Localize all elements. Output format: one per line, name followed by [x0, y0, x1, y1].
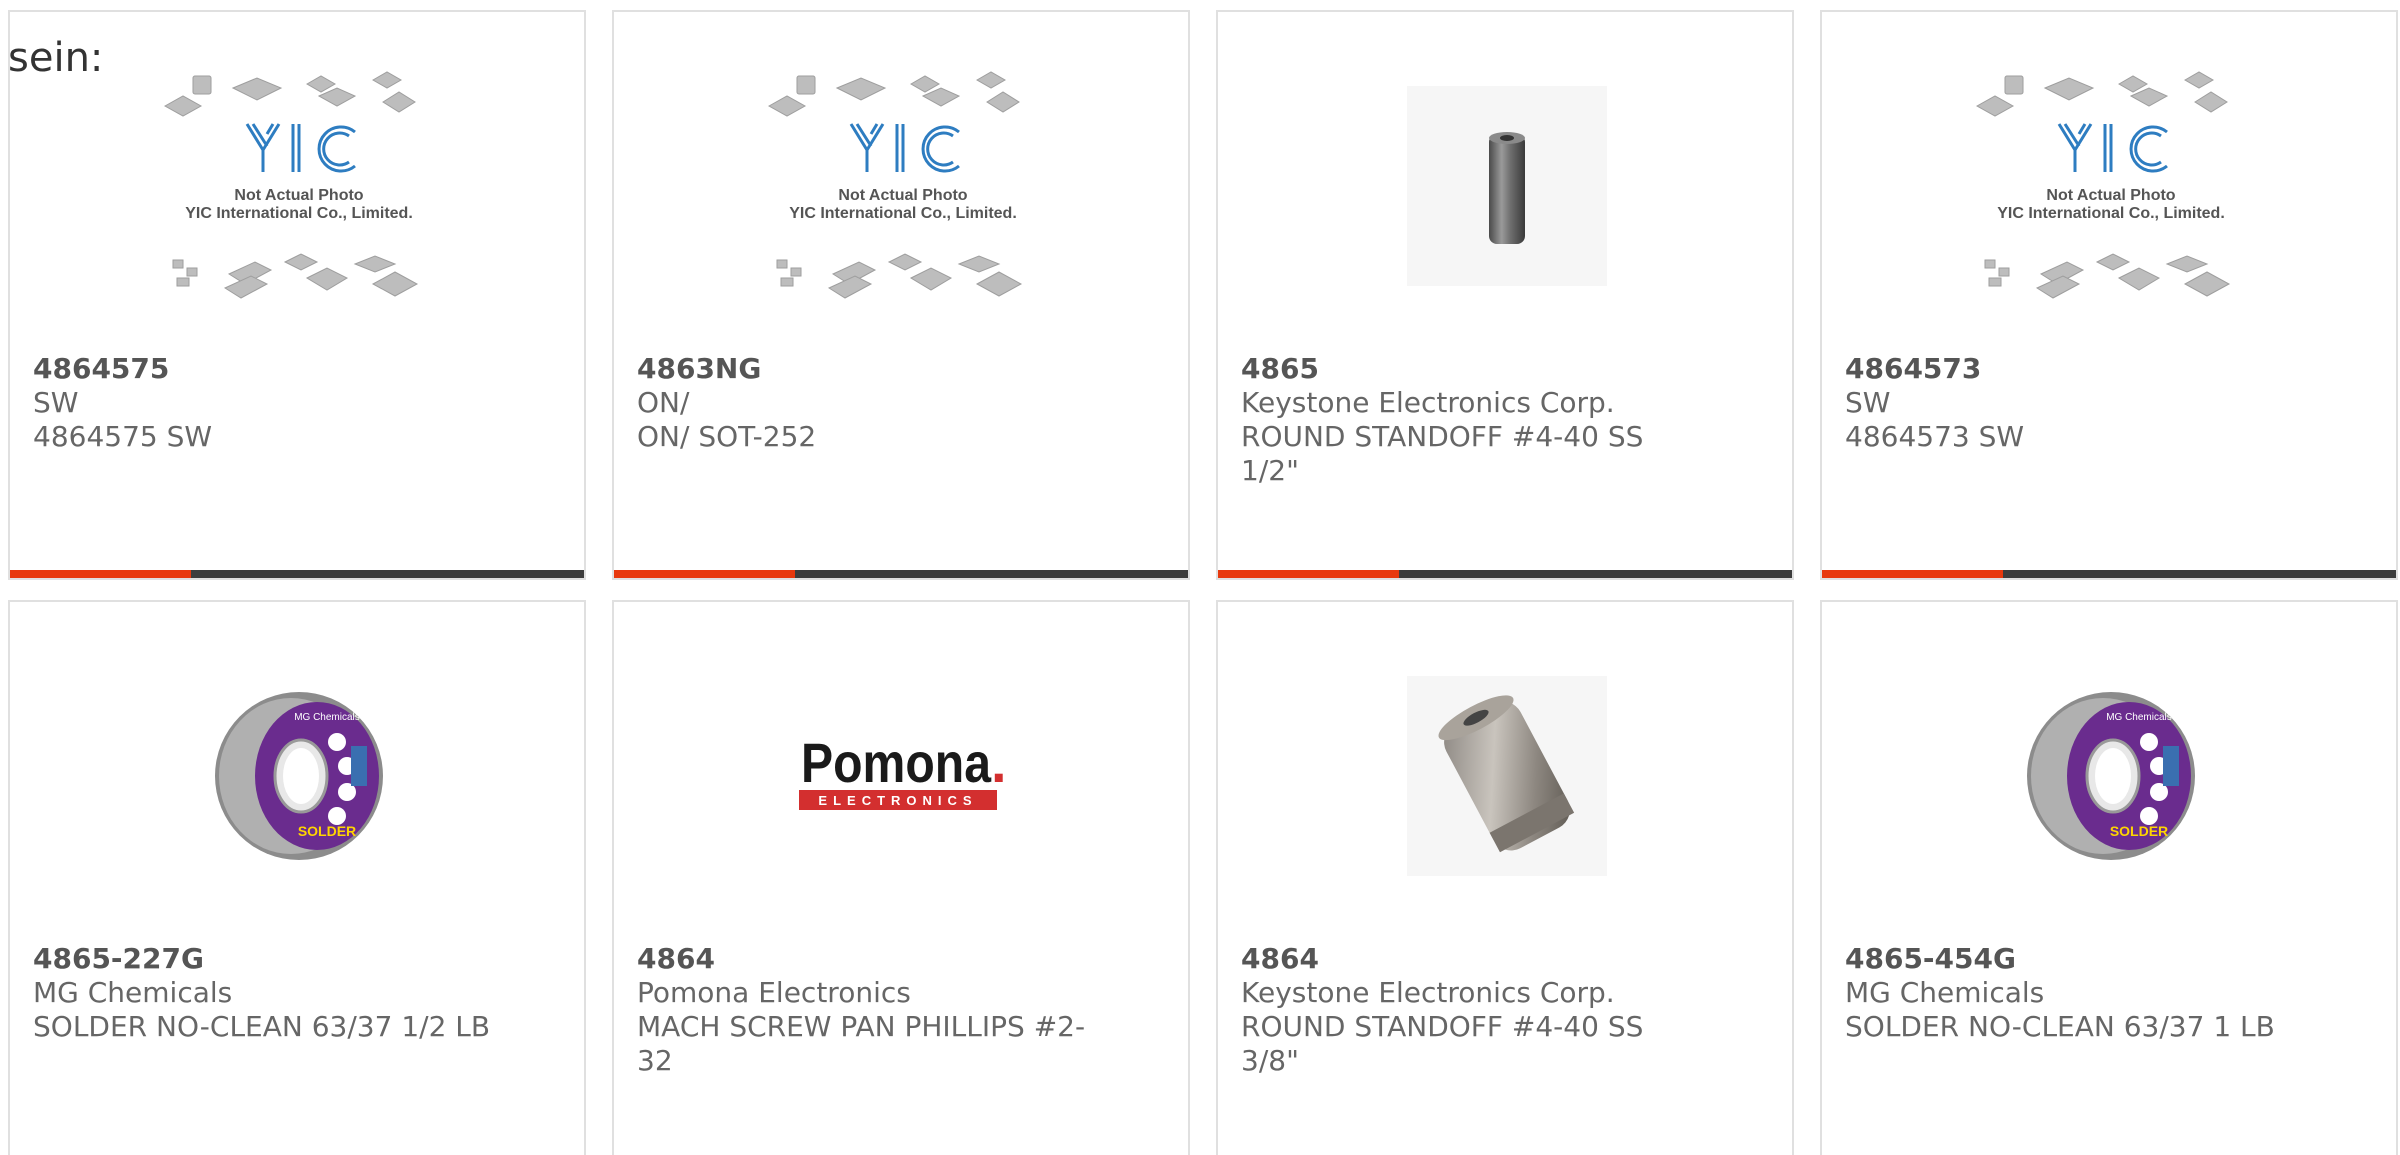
section-heading: sein: [8, 35, 104, 81]
product-grid-page: sein: Not Actual Photo YIC International… [0, 0, 2400, 1155]
description: ON/ SOT-252 [637, 420, 817, 453]
svg-text:YIC International Co., Limited: YIC International Co., Limited. [185, 205, 413, 222]
product-card[interactable]: 4864 Keystone Electronics Corp. ROUND ST… [1216, 600, 1794, 1155]
svg-text:ELECTRONICS: ELECTRONICS [818, 793, 977, 808]
part-number[interactable]: 4865-227G [33, 942, 513, 976]
svg-text:.: . [991, 731, 1007, 794]
svg-text:YIC International Co., Limited: YIC International Co., Limited. [1997, 205, 2225, 222]
product-image-yic-placeholder[interactable]: Not Actual Photo YIC International Co., … [1911, 62, 2311, 310]
svg-text:Not Actual Photo: Not Actual Photo [234, 187, 363, 204]
card-bottom-bar [1218, 570, 1792, 578]
part-number[interactable]: 4865 [1241, 352, 1721, 386]
product-card[interactable]: SOLDER MG Chemicals 4865-454G MG Chemica… [1820, 600, 2398, 1155]
solder-spool-image: SOLDER MG Chemicals [2027, 692, 2195, 860]
svg-text:MG Chemicals: MG Chemicals [2106, 712, 2172, 723]
part-number[interactable]: 4863NG [637, 352, 1117, 386]
product-info: 4864575 SW 4864575 SW [33, 352, 513, 454]
manufacturer: MG Chemicals [1845, 976, 2045, 1009]
product-image-solder-spool[interactable]: SOLDER MG Chemicals [99, 652, 499, 900]
description: SOLDER NO-CLEAN 63/37 1 LB [1845, 1010, 2275, 1043]
manufacturer: Pomona Electronics [637, 976, 911, 1009]
product-image-pomona-logo[interactable]: Pomona . ELECTRONICS [703, 652, 1103, 900]
part-number[interactable]: 4865-454G [1845, 942, 2325, 976]
svg-text:SOLDER: SOLDER [298, 823, 356, 839]
description: ROUND STANDOFF #4-40 SS 1/2" [1241, 420, 1644, 487]
product-card[interactable]: Pomona . ELECTRONICS 4864 Pomona Electro… [612, 600, 1190, 1155]
yic-placeholder-image: Not Actual Photo YIC International Co., … [163, 71, 419, 299]
svg-text:Not Actual Photo: Not Actual Photo [838, 187, 967, 204]
product-image-yic-placeholder[interactable]: Not Actual Photo YIC International Co., … [99, 62, 499, 310]
product-card[interactable]: Not Actual Photo YIC International Co., … [1820, 10, 2398, 580]
description: 4864575 SW [33, 420, 213, 453]
product-image-standoff[interactable] [1307, 652, 1707, 900]
manufacturer: MG Chemicals [33, 976, 233, 1009]
product-card[interactable]: 4865 Keystone Electronics Corp. ROUND ST… [1216, 10, 1794, 580]
manufacturer: Keystone Electronics Corp. [1241, 386, 1615, 419]
description: ROUND STANDOFF #4-40 SS 3/8" [1241, 1010, 1644, 1077]
svg-text:Pomona: Pomona [801, 731, 992, 794]
manufacturer: SW [1845, 386, 1891, 419]
product-info: 4865-454G MG Chemicals SOLDER NO-CLEAN 6… [1845, 942, 2325, 1044]
product-card[interactable]: Not Actual Photo YIC International Co., … [612, 10, 1190, 580]
description: SOLDER NO-CLEAN 63/37 1/2 LB [33, 1010, 491, 1043]
standoff-photo-image [1407, 86, 1607, 286]
solder-spool-image: SOLDER MG Chemicals [215, 692, 383, 860]
pomona-logo-image: Pomona . ELECTRONICS [799, 731, 1007, 810]
yic-placeholder-image: Not Actual Photo YIC International Co., … [767, 71, 1023, 299]
manufacturer: ON/ [637, 386, 690, 419]
part-number[interactable]: 4864575 [33, 352, 513, 386]
standoff-photo-image [1407, 676, 1607, 876]
svg-text:YIC International Co., Limited: YIC International Co., Limited. [789, 205, 1017, 222]
svg-text:Not Actual Photo: Not Actual Photo [2046, 187, 2175, 204]
description: MACH SCREW PAN PHILLIPS #2- 32 [637, 1010, 1086, 1077]
description: 4864573 SW [1845, 420, 2025, 453]
svg-text:SOLDER: SOLDER [2110, 823, 2168, 839]
card-bottom-bar [614, 570, 1188, 578]
card-accent-bar [1218, 570, 1399, 578]
part-number[interactable]: 4864573 [1845, 352, 2325, 386]
product-info: 4864 Keystone Electronics Corp. ROUND ST… [1241, 942, 1721, 1078]
product-image-solder-spool[interactable]: SOLDER MG Chemicals [1911, 652, 2311, 900]
manufacturer: SW [33, 386, 79, 419]
product-info: 4865 Keystone Electronics Corp. ROUND ST… [1241, 352, 1721, 488]
card-bottom-bar [10, 570, 584, 578]
card-accent-bar [614, 570, 795, 578]
product-info: 4864 Pomona Electronics MACH SCREW PAN P… [637, 942, 1117, 1078]
product-card[interactable]: SOLDER MG Chemicals 4865-227G MG Chemica… [8, 600, 586, 1155]
product-image-standoff[interactable] [1307, 62, 1707, 310]
product-info: 4865-227G MG Chemicals SOLDER NO-CLEAN 6… [33, 942, 513, 1044]
product-info: 4864573 SW 4864573 SW [1845, 352, 2325, 454]
product-image-yic-placeholder[interactable]: Not Actual Photo YIC International Co., … [703, 62, 1103, 310]
yic-placeholder-image: Not Actual Photo YIC International Co., … [1975, 71, 2231, 299]
product-card[interactable]: Not Actual Photo YIC International Co., … [8, 10, 586, 580]
part-number[interactable]: 4864 [1241, 942, 1721, 976]
manufacturer: Keystone Electronics Corp. [1241, 976, 1615, 1009]
part-number[interactable]: 4864 [637, 942, 1117, 976]
card-accent-bar [1822, 570, 2003, 578]
card-bottom-bar [1822, 570, 2396, 578]
card-accent-bar [10, 570, 191, 578]
svg-text:MG Chemicals: MG Chemicals [294, 712, 360, 723]
product-info: 4863NG ON/ ON/ SOT-252 [637, 352, 1117, 454]
